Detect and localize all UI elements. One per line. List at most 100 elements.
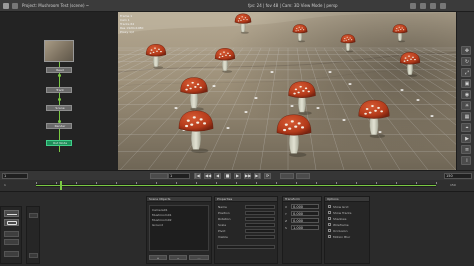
node-out-selected[interactable]: Out Node [46, 140, 72, 146]
track-marker [328, 71, 332, 73]
current-frame-field[interactable]: 1 [168, 173, 190, 179]
light-tool-button[interactable]: ☀ [461, 101, 471, 110]
end-frame-field[interactable]: 150 [444, 173, 472, 179]
option-checkbox[interactable] [328, 205, 331, 208]
mushroom-spot [219, 53, 222, 55]
property-value-field[interactable] [245, 205, 275, 209]
move-icon [7, 214, 17, 215]
node-render[interactable]: Render [46, 123, 72, 129]
move-tool-button[interactable]: ✥ [461, 46, 471, 55]
node-thumbnail[interactable] [44, 40, 74, 62]
light-tool-icon: ☀ [464, 103, 470, 109]
mushroom-spot [192, 116, 196, 119]
node-graph-panel[interactable]: Read Track Scene Render Out Node [0, 12, 118, 170]
step-back-fast-button[interactable]: ◀◀ [204, 173, 211, 179]
wire-connector [58, 98, 61, 101]
menu-icon[interactable] [12, 3, 18, 9]
properties-slider[interactable] [217, 245, 275, 249]
transform-value-field[interactable]: 0.000 [291, 211, 319, 216]
mushroom-spot [284, 123, 288, 126]
timeline-playhead[interactable] [60, 181, 62, 190]
remove-object-button[interactable]: − [169, 255, 187, 260]
scale-tool-button[interactable]: ⤢ [461, 68, 471, 77]
node-read[interactable]: Read [46, 67, 72, 73]
mushroom-spot [301, 27, 303, 29]
fps-button[interactable] [280, 173, 294, 179]
tool-button-scale[interactable] [4, 231, 19, 237]
grid-tool-button[interactable]: ▦ [461, 112, 471, 121]
camera-icon[interactable] [410, 3, 416, 9]
strip-button[interactable] [29, 213, 38, 218]
property-value-field[interactable] [245, 235, 275, 239]
mushroom-spot [152, 51, 155, 54]
property-value-field[interactable] [245, 217, 275, 221]
go-end-button[interactable]: ▶| [254, 173, 261, 179]
property-value-field[interactable] [245, 211, 275, 215]
object-options-button[interactable]: … [189, 255, 209, 260]
go-start-button[interactable]: |◀ [194, 173, 201, 179]
timeline-tick [156, 182, 157, 184]
option-checkbox[interactable] [328, 217, 331, 220]
layers-tool-button[interactable]: ≡ [461, 145, 471, 154]
list-item[interactable]: Mushroom01 [152, 213, 172, 217]
option-label: Occlusion [333, 229, 348, 233]
stop-button[interactable]: ■ [224, 173, 231, 179]
camera-tool-button[interactable]: ◉ [461, 90, 471, 99]
tool-button-rotate[interactable] [4, 219, 19, 226]
transform-label: X [285, 205, 288, 209]
strip-button[interactable] [29, 253, 38, 258]
playback-mode-button[interactable] [150, 173, 168, 179]
list-item[interactable]: Camera01 [152, 208, 168, 212]
option-checkbox[interactable] [328, 229, 331, 232]
transform-value-field[interactable]: 0.000 [291, 204, 319, 209]
viewer-3d[interactable]: Frame 1 Cam 1 Tracks 64 Res 1920x1080 Pr… [118, 12, 456, 170]
option-checkbox[interactable] [328, 211, 331, 214]
add-object-button[interactable]: + [149, 255, 167, 260]
snap-tool-button[interactable]: ⌖ [461, 123, 471, 132]
mushroom-spot [297, 122, 301, 125]
rotate-tool-button[interactable]: ↻ [461, 57, 471, 66]
mushroom-spot [229, 54, 231, 57]
tool-button-align[interactable] [4, 239, 19, 245]
step-forward-fast-button[interactable]: ▶▶ [244, 173, 251, 179]
list-item[interactable]: Ground [152, 223, 163, 227]
mushroom-spot [402, 29, 405, 31]
mushroom-spot [298, 26, 300, 28]
render-tool-button[interactable]: ▶ [461, 134, 471, 143]
select-tool-button[interactable]: ▣ [461, 79, 471, 88]
mushroom-spot [238, 17, 241, 19]
list-item[interactable]: Mushroom02 [152, 218, 172, 222]
timeline-tick [376, 182, 377, 184]
mushroom-spot [412, 56, 414, 58]
play-backward-button[interactable]: ◀ [214, 173, 221, 179]
transform-value-field[interactable]: 1.000 [291, 225, 319, 230]
loop-button[interactable] [296, 173, 310, 179]
node-label: Read [56, 68, 64, 72]
info-tool-button[interactable]: i [461, 156, 471, 165]
option-checkbox[interactable] [328, 223, 331, 226]
tool-button-move[interactable] [4, 210, 19, 217]
mushroom-spot [225, 54, 227, 56]
node-scene[interactable]: Scene [46, 105, 72, 111]
loop-toggle-button[interactable]: ⟳ [264, 173, 271, 179]
tool-button-reset[interactable] [4, 251, 19, 257]
settings-icon[interactable] [440, 3, 446, 9]
mushroom-spot [380, 110, 384, 113]
play-button[interactable]: ▶ [234, 173, 241, 179]
option-checkbox[interactable] [328, 235, 331, 238]
property-value-field[interactable] [245, 223, 275, 227]
object-list[interactable]: Camera01 Mushroom01 Mushroom02 Ground [149, 205, 209, 251]
mushroom-spot [299, 85, 302, 88]
grid-icon[interactable] [430, 3, 436, 9]
start-frame-field[interactable]: 1 [2, 173, 28, 179]
timeline[interactable]: 1 150 [0, 180, 474, 192]
viewer-canvas[interactable] [118, 12, 456, 170]
frame-icon [7, 221, 17, 225]
property-value-field[interactable] [245, 229, 275, 233]
mushroom-spot [296, 28, 298, 30]
mushroom-spot [302, 29, 305, 31]
options-panel: Options Show Grid Show Tracks Shadows Wiref… [324, 196, 370, 264]
lock-icon[interactable] [420, 3, 426, 9]
transform-value-field[interactable]: 0.000 [291, 218, 319, 223]
node-track[interactable]: Track [46, 87, 72, 93]
